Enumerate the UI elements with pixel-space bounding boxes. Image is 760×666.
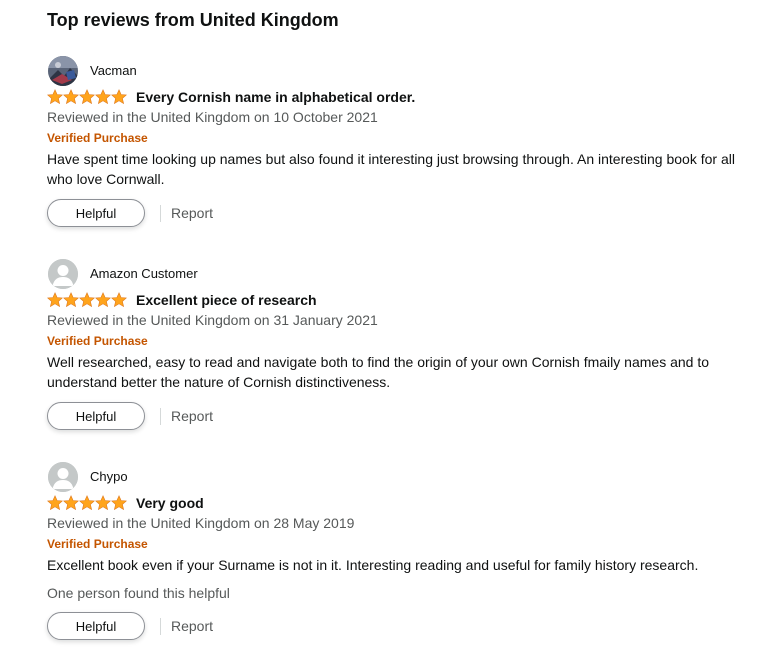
helpful-button[interactable]: Helpful [47, 199, 145, 227]
report-link[interactable]: Report [171, 408, 213, 425]
report-link[interactable]: Report [171, 618, 213, 635]
star-icon [95, 89, 111, 105]
star-rating[interactable] [47, 495, 127, 511]
star-icon [79, 292, 95, 308]
star-icon [95, 495, 111, 511]
star-icon [111, 292, 127, 308]
reviewer-name[interactable]: Amazon Customer [90, 266, 198, 282]
star-icon [63, 495, 79, 511]
star-icon [63, 292, 79, 308]
review-card: Amazon Customer Excellent piece of resea… [47, 259, 747, 432]
review-title[interactable]: Very good [136, 494, 204, 512]
divider [160, 408, 161, 425]
reviewer-profile[interactable]: Vacman [47, 56, 747, 86]
review-body: Excellent book even if your Surname is n… [47, 557, 699, 573]
star-rating[interactable] [47, 292, 127, 308]
verified-purchase-badge[interactable]: Verified Purchase [47, 333, 747, 349]
star-icon [47, 292, 63, 308]
star-icon [79, 495, 95, 511]
avatar-photo-icon [48, 56, 78, 86]
report-link[interactable]: Report [171, 205, 213, 222]
section-title: Top reviews from United Kingdom [47, 10, 339, 30]
review-body: Have spent time looking up names but als… [47, 151, 735, 187]
star-rating[interactable] [47, 89, 127, 105]
review-title[interactable]: Every Cornish name in alphabetical order… [136, 88, 415, 106]
reviewer-name[interactable]: Chypo [90, 469, 128, 485]
reviewer-avatar[interactable] [48, 259, 78, 289]
reviewer-avatar[interactable] [48, 56, 78, 86]
star-icon [79, 89, 95, 105]
default-user-icon [48, 462, 78, 492]
verified-purchase-badge[interactable]: Verified Purchase [47, 130, 747, 146]
review-date: Reviewed in the United Kingdom on 31 Jan… [47, 312, 378, 328]
reviewer-profile[interactable]: Chypo [47, 462, 747, 492]
reviewer-profile[interactable]: Amazon Customer [47, 259, 747, 289]
helpful-count: One person found this helpful [47, 585, 230, 601]
star-icon [47, 89, 63, 105]
review-card: Chypo Very good Reviewed in the United K… [47, 462, 747, 642]
review-date: Reviewed in the United Kingdom on 28 May… [47, 515, 355, 531]
star-icon [47, 495, 63, 511]
divider [160, 618, 161, 635]
review-date: Reviewed in the United Kingdom on 10 Oct… [47, 109, 378, 125]
helpful-button[interactable]: Helpful [47, 612, 145, 640]
star-icon [111, 495, 127, 511]
review-body: Well researched, easy to read and naviga… [47, 354, 710, 390]
review-title[interactable]: Excellent piece of research [136, 291, 317, 309]
divider [160, 205, 161, 222]
helpful-button[interactable]: Helpful [47, 402, 145, 430]
default-user-icon [48, 259, 78, 289]
star-icon [95, 292, 111, 308]
review-card: Vacman Every Cornish name in alphabetica… [47, 56, 747, 229]
reviewer-name[interactable]: Vacman [90, 63, 137, 79]
star-icon [63, 89, 79, 105]
verified-purchase-badge[interactable]: Verified Purchase [47, 536, 747, 552]
star-icon [111, 89, 127, 105]
reviewer-avatar[interactable] [48, 462, 78, 492]
